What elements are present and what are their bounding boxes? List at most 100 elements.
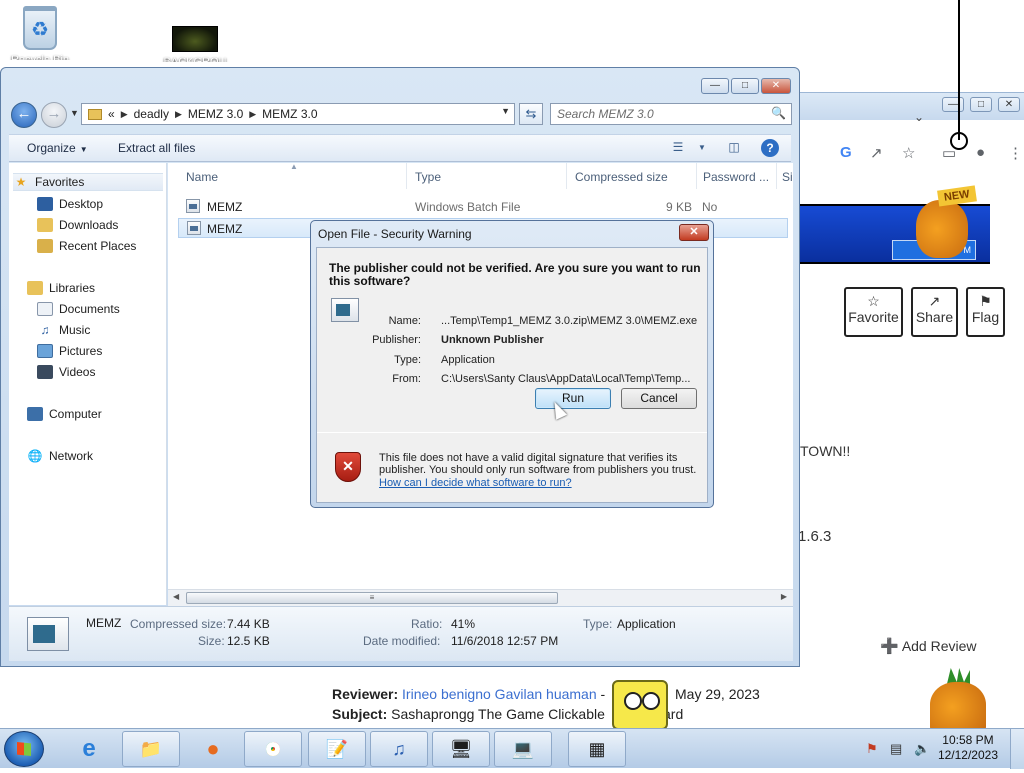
organize-button[interactable]: Organize ▼ — [27, 141, 88, 155]
profile-icon[interactable]: ● — [976, 144, 985, 161]
bookmark-star-icon[interactable]: ☆ — [902, 144, 915, 162]
desktop-icon-background[interactable]: BACKGROU — [155, 26, 235, 62]
column-divider[interactable] — [696, 163, 697, 189]
help-icon[interactable]: ? — [761, 139, 779, 157]
start-button[interactable] — [4, 731, 44, 767]
scrollbar-thumb[interactable]: ≡ — [186, 592, 558, 604]
show-desktop-button[interactable] — [1010, 729, 1024, 769]
field-label: Publisher: — [372, 334, 421, 346]
review-entry: Reviewer: Irineo benigno Gavilan huaman … — [332, 686, 792, 726]
help-link[interactable]: How can I decide what software to run? — [379, 477, 572, 489]
scroll-left-icon[interactable]: ◀ — [173, 592, 179, 601]
nav-favorites[interactable]: ★ Favorites — [13, 173, 163, 191]
scroll-right-icon[interactable]: ▶ — [781, 592, 787, 601]
menu-icon[interactable]: ⋮ — [1008, 144, 1023, 162]
volume-icon[interactable]: 🔈 — [914, 741, 930, 757]
maximize-button[interactable]: □ — [731, 78, 759, 94]
file-explorer-icon[interactable]: 📁 — [122, 731, 180, 767]
table-row[interactable]: MEMZ Windows Batch File 9 KB No — [178, 197, 788, 217]
search-icon[interactable]: 🔍 — [771, 106, 786, 120]
close-button[interactable]: ✕ — [761, 78, 791, 94]
nav-downloads[interactable]: Downloads — [37, 216, 118, 234]
notepad-icon[interactable]: 📝 — [308, 731, 366, 767]
nav-network[interactable]: 🌐 Network — [27, 447, 94, 465]
add-review-link[interactable]: ➕ Add Review — [880, 637, 977, 655]
column-divider[interactable] — [566, 163, 567, 189]
nav-desktop[interactable]: Desktop — [37, 195, 103, 213]
forward-button[interactable]: → — [41, 102, 67, 128]
window-controls: — □ ✕ — [699, 78, 791, 96]
game-app-icon[interactable]: ♫ — [370, 731, 428, 767]
field-value: Application — [441, 354, 495, 366]
flag-button[interactable]: ⚑ Flag — [966, 287, 1005, 337]
minimize-button[interactable]: — — [701, 78, 729, 94]
nav-pictures[interactable]: Pictures — [37, 342, 102, 360]
view-options-icon[interactable]: ☰ — [669, 139, 687, 157]
network-connection-icon[interactable]: 💻 — [494, 731, 552, 767]
flag-icon: ⚑ — [979, 293, 992, 309]
network-tray-icon[interactable]: ▤ — [890, 741, 902, 757]
horizontal-scrollbar[interactable]: ◀ ≡ ▶ — [168, 589, 793, 606]
maximize-button[interactable]: □ — [970, 97, 992, 112]
nav-computer[interactable]: Computer — [27, 405, 102, 423]
memz-app-icon[interactable]: ▦ — [568, 731, 626, 767]
refresh-button[interactable]: ⇆ — [519, 103, 543, 125]
fishing-hook-icon — [950, 132, 968, 150]
reviewer-name-link[interactable]: Irineo benigno Gavilan huaman — [402, 686, 597, 702]
share-page-icon[interactable]: ↗ — [870, 144, 883, 162]
nav-videos[interactable]: Videos — [37, 363, 95, 381]
breadcrumb-item[interactable]: deadly — [134, 107, 169, 121]
recent-pages-dropdown[interactable]: ▼ — [70, 108, 79, 118]
search-input[interactable] — [551, 104, 761, 124]
column-header-compressed-size[interactable]: Compressed size — [575, 170, 668, 184]
column-divider[interactable] — [776, 163, 777, 189]
firefox-icon[interactable]: ● — [184, 731, 242, 767]
security-warning-dialog: Open File - Security Warning ✕ The publi… — [310, 220, 714, 508]
nav-music[interactable]: ♫ Music — [37, 321, 91, 339]
internet-explorer-icon[interactable]: e — [60, 731, 118, 767]
breadcrumb-item[interactable]: MEMZ 3.0 — [262, 107, 317, 121]
chevron-down-icon[interactable]: ▼ — [693, 139, 711, 157]
subject-label: Subject: — [332, 706, 388, 722]
breadcrumb-prefix[interactable]: « — [108, 107, 115, 121]
column-header-name[interactable]: Name — [186, 170, 218, 184]
add-review-label: Add Review — [901, 638, 977, 654]
share-icon: ↗ — [928, 293, 941, 309]
column-header-size[interactable]: Si — [782, 170, 793, 184]
dialog-close-button[interactable]: ✕ — [679, 224, 709, 241]
column-header-password[interactable]: Password ... — [703, 170, 769, 184]
back-button[interactable]: ← — [11, 102, 37, 128]
google-icon[interactable]: G — [840, 144, 852, 161]
review-date: May 29, 2023 — [675, 686, 760, 702]
chevron-down-icon[interactable]: ▼ — [501, 106, 510, 116]
file-name: MEMZ — [207, 200, 243, 214]
nav-documents[interactable]: Documents — [37, 300, 120, 318]
file-compressed-size: 9 KB — [666, 200, 693, 214]
search-box[interactable]: 🔍 — [550, 103, 792, 125]
chrome-icon[interactable] — [244, 731, 302, 767]
navigation-pane: ★ Favorites Desktop Downloads Recent Pla… — [9, 163, 167, 605]
column-divider[interactable] — [406, 163, 407, 189]
address-bar[interactable]: « ▶ deadly ▶ MEMZ 3.0 ▶ MEMZ 3.0 ▼ — [81, 103, 515, 125]
nav-libraries[interactable]: Libraries — [27, 279, 95, 297]
column-header-type[interactable]: Type — [415, 170, 441, 184]
nav-label: Libraries — [49, 281, 96, 295]
cancel-button[interactable]: Cancel — [621, 388, 697, 409]
preview-pane-icon[interactable]: ◫ — [725, 139, 743, 157]
breadcrumb-item[interactable]: MEMZ 3.0 — [188, 107, 243, 121]
nav-recent-places[interactable]: Recent Places — [37, 237, 136, 255]
setup-program-icon[interactable]: 🖥 — [432, 731, 490, 767]
desktop-icon-recycle-bin[interactable]: Recycle Bin — [0, 6, 80, 60]
dialog-body: The publisher could not be verified. Are… — [316, 247, 708, 503]
run-button[interactable]: Run — [535, 388, 611, 409]
pineapple-house-icon — [916, 200, 968, 258]
flag-warning-icon[interactable]: ⚑ — [866, 741, 878, 757]
favorite-button[interactable]: ☆ Favorite — [844, 287, 903, 337]
clock[interactable]: 10:58 PM 12/12/2023 — [938, 733, 998, 763]
share-button[interactable]: ↗ Share — [911, 287, 958, 337]
chevron-down-icon[interactable]: ⌄ — [914, 110, 924, 124]
extract-all-button[interactable]: Extract all files — [118, 141, 195, 155]
minimize-button[interactable]: — — [942, 97, 964, 112]
close-button[interactable]: ✕ — [998, 97, 1020, 112]
chevron-right-icon: ▶ — [249, 108, 257, 119]
